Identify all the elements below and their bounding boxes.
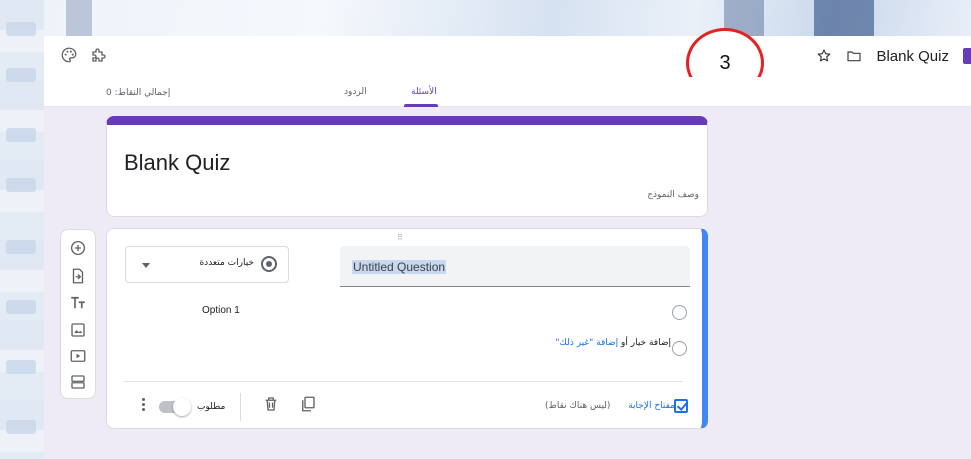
form-title[interactable]: Blank Quiz: [124, 150, 230, 176]
form-description-input[interactable]: وصف النموذج: [647, 190, 699, 200]
delete-icon[interactable]: [262, 395, 280, 413]
add-option-row: إضافة خيار أو إضافة "غير ذلك": [555, 338, 671, 348]
background-top-band: [44, 0, 971, 36]
tab-bar: إجمالي النقاط: 0 الأسئلة الردود: [44, 77, 971, 107]
add-video-icon[interactable]: [69, 347, 87, 365]
annotation-number: 3: [719, 51, 731, 74]
form-canvas: Blank Quiz وصف النموذج ⠿ خيارات متعددة U…: [44, 107, 971, 459]
floating-toolbar: [60, 229, 96, 399]
question-title-input[interactable]: Untitled Question: [340, 246, 690, 287]
question-type-label: خيارات متعددة: [199, 258, 254, 268]
question-title-text: Untitled Question: [352, 260, 447, 274]
add-option-link[interactable]: إضافة خيار: [631, 338, 671, 348]
star-icon[interactable]: [816, 48, 832, 64]
option-radio: [672, 305, 687, 320]
add-section-icon[interactable]: [69, 373, 87, 391]
background-blob: [6, 300, 36, 314]
required-label: مطلوب: [197, 402, 226, 412]
background-blob: [6, 420, 36, 434]
duplicate-icon[interactable]: [299, 395, 317, 413]
form-title-card: Blank Quiz وصف النموذج: [106, 116, 708, 217]
background-left-strip: [0, 0, 44, 459]
import-questions-icon[interactable]: [69, 267, 87, 285]
radio-type-icon: [261, 256, 277, 272]
question-card[interactable]: ⠿ خيارات متعددة Untitled Question Option…: [106, 228, 708, 429]
add-option-radio: [672, 341, 687, 356]
tab-responses[interactable]: الردود: [344, 87, 367, 97]
background-blob: [6, 360, 36, 374]
points-label: (ليس هناك نقاط): [545, 401, 611, 411]
palette-icon[interactable]: [60, 46, 80, 66]
background-shape: [66, 0, 92, 36]
dropdown-caret-icon: [142, 263, 150, 268]
add-title-icon[interactable]: [69, 294, 87, 312]
header-right-group: Blank Quiz: [816, 44, 971, 68]
background-blob: [6, 68, 36, 82]
add-question-icon[interactable]: [69, 239, 87, 257]
add-image-icon[interactable]: [69, 321, 87, 339]
footer-separator: [240, 393, 241, 421]
answer-key-link[interactable]: مفتاح الإجابة: [628, 401, 675, 411]
document-title[interactable]: Blank Quiz: [876, 48, 949, 65]
question-type-dropdown[interactable]: خيارات متعددة: [125, 246, 289, 283]
total-points: إجمالي النقاط: 0: [106, 88, 171, 98]
folder-icon[interactable]: [846, 48, 862, 64]
tab-questions[interactable]: الأسئلة: [411, 87, 437, 97]
required-toggle[interactable]: [159, 398, 191, 416]
forms-logo-icon: [963, 48, 971, 64]
puzzle-icon[interactable]: [90, 46, 110, 66]
or-text: أو: [621, 338, 628, 348]
background-shape: [814, 0, 874, 36]
background-blob: [6, 22, 36, 36]
app-header: 3 Blank Quiz: [44, 28, 971, 98]
add-other-link[interactable]: إضافة "غير ذلك": [555, 338, 618, 348]
background-blob: [6, 240, 36, 254]
answer-key-icon[interactable]: [674, 399, 688, 413]
background-blob: [6, 178, 36, 192]
footer-divider: [124, 381, 683, 382]
more-options-icon[interactable]: [141, 397, 147, 413]
option-label[interactable]: Option 1: [202, 305, 240, 316]
background-blob: [6, 128, 36, 142]
drag-handle-icon[interactable]: ⠿: [397, 233, 404, 242]
